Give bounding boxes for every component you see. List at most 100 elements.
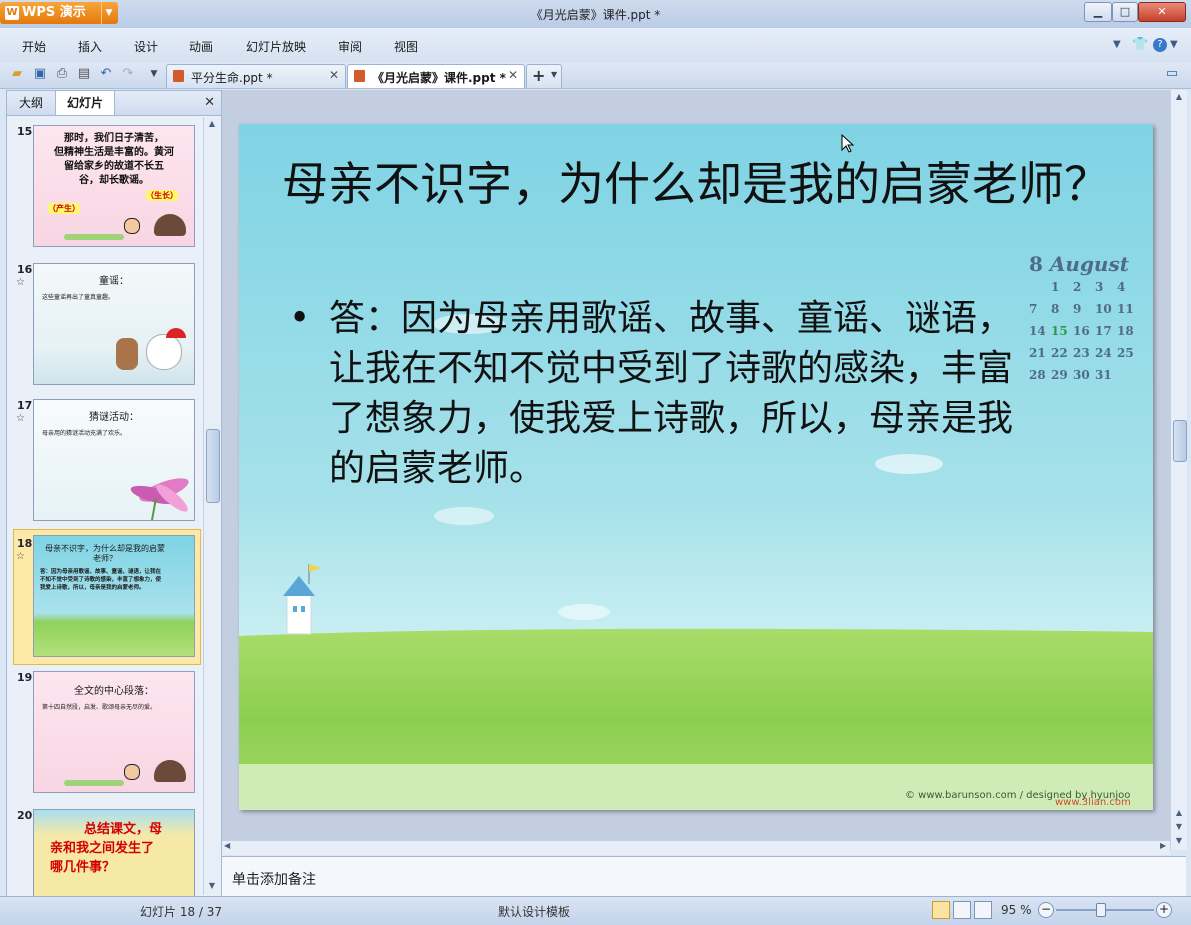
slide-sorter-icon[interactable] (953, 901, 971, 919)
animation-star-icon: ☆ (16, 551, 25, 562)
slide-thumb-16[interactable]: 童谣： 这些童谣再出了童真童趣。 (33, 263, 195, 385)
slide-thumb-20[interactable]: 总结课文，母 亲和我之间发生了 哪几件事？ (33, 809, 195, 897)
menu-slideshow[interactable]: 幻灯片放映 (246, 38, 306, 55)
slide-thumb-15[interactable]: 那时，我们日子清苦， 但精神生活是丰富的。黄河 留给家乡的故道不长五 谷，却长歌… (33, 125, 195, 247)
slideshow-icon[interactable] (974, 901, 992, 919)
slide-body[interactable]: • 答：因为母亲用歌谣、故事、童谣、谜语，让我在不知不觉中受到了诗歌的感染，丰富… (289, 294, 1029, 494)
save-icon[interactable]: ▣ (32, 66, 48, 82)
doc-tab-1[interactable]: 平分生命.ppt * ✕ (166, 64, 346, 88)
undo-icon[interactable]: ↶ (98, 66, 114, 82)
scroll-right-icon[interactable]: ▶ (1160, 841, 1166, 850)
thumb-number: 17 (17, 399, 33, 412)
slide-thumb-17[interactable]: 猜谜活动： 母亲用的猜谜活动充满了欢乐。 (33, 399, 195, 521)
ppt-file-icon (173, 70, 184, 82)
thumb-number: 19 (17, 671, 33, 684)
scroll-up-icon[interactable]: ▲ (1171, 90, 1187, 104)
chevron-down-icon: ▼ (551, 70, 558, 79)
slides-scrollbar[interactable]: ▲ ▼ (203, 117, 220, 895)
santa-hat (166, 328, 186, 338)
thumb-tag: （生长） (146, 190, 178, 201)
slide-thumb-19[interactable]: 全文的中心段落： 第十四自然段，启发、歌颂母亲无尽的爱。 (33, 671, 195, 793)
menu-bar: 开始 插入 设计 动画 幻灯片放映 审阅 视图 ▼ 👕 ? ▼ (0, 28, 1191, 62)
open-folder-icon[interactable]: ▰ (9, 66, 25, 82)
scroll-left-icon[interactable]: ◀ (224, 841, 230, 850)
watermark: www.3lian.com (1055, 797, 1131, 808)
scroll-down-icon[interactable]: ▼ (1171, 834, 1187, 848)
calendar-decoration: 8 August 1234 7 8 9 10 11 14 15 16 17 18 21 22 23 2… (1029, 252, 1153, 386)
thumb-number: 16 (17, 263, 33, 276)
thumb-number: 20 (17, 809, 33, 822)
layout-switch-icon[interactable]: ▭ (1164, 66, 1180, 82)
bullet-marker: • (289, 298, 311, 339)
scroll-thumb[interactable] (1173, 420, 1187, 462)
zoom-level: 95 % (1001, 903, 1032, 917)
menu-view[interactable]: 视图 (394, 38, 418, 55)
template-name[interactable]: 默认设计模板 (498, 903, 570, 920)
menu-home[interactable]: 开始 (22, 38, 46, 55)
notes-pane[interactable]: 单击添加备注 (222, 856, 1186, 897)
close-tab-icon[interactable]: ✕ (329, 68, 339, 82)
thumb-number: 18 (17, 537, 33, 550)
notes-placeholder[interactable]: 单击添加备注 (232, 869, 316, 889)
thumb-text: 那时，我们日子清苦， 但精神生活是丰富的。黄河 留给家乡的故道不长五 谷，却长歌… (54, 133, 174, 186)
slide-canvas[interactable]: 母亲不识字，为什么却是我的启蒙老师？ • 答：因为母亲用歌谣、故事、童谣、谜语，… (239, 124, 1153, 810)
minimize-button[interactable]: ▁ (1084, 2, 1112, 22)
tab-slides[interactable]: 幻灯片 (55, 91, 115, 115)
thumb-tag: （产生） (48, 203, 80, 214)
help-icon[interactable]: ? (1153, 38, 1167, 52)
slide-horizontal-scrollbar[interactable]: ◀ ▶ (222, 840, 1170, 855)
print-preview-icon[interactable]: ▤ (76, 66, 92, 82)
menu-design[interactable]: 设计 (134, 38, 158, 55)
menu-review[interactable]: 审阅 (338, 38, 362, 55)
redo-icon[interactable]: ↷ (120, 66, 136, 82)
animation-star-icon: ☆ (16, 277, 25, 288)
thumb-text: 总结课文，母 亲和我之间发生了 哪几件事？ (50, 822, 163, 875)
chevron-down-icon[interactable]: ▼ (1113, 39, 1121, 50)
dog-illustration (146, 334, 182, 370)
thumb-number: 15 (17, 125, 33, 138)
mouse-cursor-icon (841, 134, 855, 153)
thumb-bullet: 这些童谣再出了童真童趣。 (42, 294, 115, 301)
scroll-down-icon[interactable]: ▼ (204, 879, 220, 893)
customize-toolbar-icon[interactable]: ▼ (146, 66, 162, 82)
menu-animation[interactable]: 动画 (189, 38, 213, 55)
shirt-icon[interactable]: 👕 (1132, 37, 1148, 52)
thumb-title: 母亲不识字，为什么却是我的启蒙老师？ (45, 544, 165, 563)
slide-vertical-scrollbar[interactable]: ▲ ▲ ▼ ▼ (1170, 90, 1187, 850)
zoom-in-icon[interactable]: + (1156, 902, 1172, 918)
child-illustration (124, 218, 140, 234)
thumb-bullet: 母亲用的猜谜活动充满了欢乐。 (42, 430, 127, 437)
window-title: 《月光启蒙》课件.ppt * (530, 8, 661, 22)
prev-slide-icon[interactable]: ▲ (1171, 806, 1187, 820)
maximize-button[interactable]: □ (1112, 2, 1138, 22)
grass-decoration (64, 234, 124, 240)
doc-tab-label: 《月光启蒙》课件.ppt * (372, 71, 506, 85)
panel-tabs: 大纲 幻灯片 ✕ (7, 91, 221, 116)
normal-view-icon[interactable] (932, 901, 950, 919)
scroll-thumb[interactable] (206, 429, 220, 503)
animation-star-icon: ☆ (16, 413, 25, 424)
slide-thumb-18[interactable]: 母亲不识字，为什么却是我的启蒙老师？ 答：因为母亲用歌谣、故事、童谣、谜语，让我… (33, 535, 195, 657)
print-icon[interactable]: ⎙ (54, 66, 70, 82)
ppt-file-icon (354, 70, 365, 82)
menu-insert[interactable]: 插入 (78, 38, 102, 55)
close-button[interactable]: ✕ (1138, 2, 1186, 22)
slide-body-text: 答：因为母亲用歌谣、故事、童谣、谜语，让我在不知不觉中受到了诗歌的感染，丰富了想… (329, 298, 1014, 489)
chevron-down-icon[interactable]: ▼ (1170, 39, 1178, 50)
zoom-out-icon[interactable]: − (1038, 902, 1054, 918)
close-tab-icon[interactable]: ✕ (508, 68, 518, 82)
next-slide-icon[interactable]: ▼ (1171, 820, 1187, 834)
thumb-title: 童谣： (99, 276, 129, 287)
zoom-slider-thumb[interactable] (1096, 903, 1106, 917)
grass-decoration (64, 780, 124, 786)
scroll-up-icon[interactable]: ▲ (204, 117, 220, 131)
doc-tab-label: 平分生命.ppt * (191, 71, 273, 85)
calendar-header: 8 August (1029, 252, 1129, 276)
close-panel-icon[interactable]: ✕ (204, 95, 215, 110)
status-bar: 幻灯片 18 / 37 默认设计模板 95 % − + (0, 896, 1191, 925)
tab-outline[interactable]: 大纲 (7, 91, 55, 115)
doc-tab-2[interactable]: 《月光启蒙》课件.ppt * ✕ (347, 64, 525, 88)
slide-title[interactable]: 母亲不识字，为什么却是我的启蒙老师？ (239, 154, 1153, 214)
new-tab-button[interactable]: + ▼ (526, 64, 562, 88)
mole-illustration (154, 760, 186, 782)
